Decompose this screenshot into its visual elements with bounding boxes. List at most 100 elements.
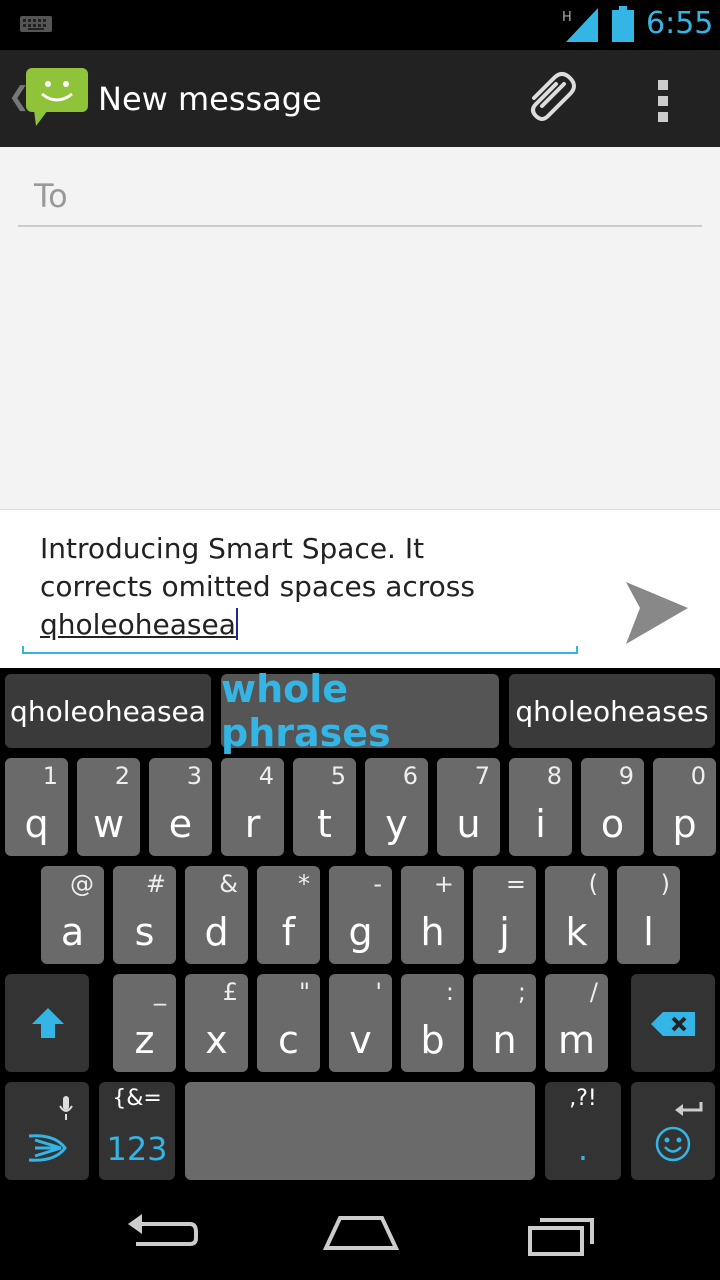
suggestion-left[interactable]: qholeoheasea — [5, 674, 211, 748]
message-bar: Introducing Smart Space. It corrects omi… — [0, 509, 720, 668]
period-key[interactable]: ,?! . — [545, 1082, 621, 1180]
key-letter-label: n — [492, 1018, 517, 1062]
key-j[interactable]: = j — [473, 866, 536, 964]
shift-arrow-icon — [32, 1008, 64, 1038]
key-t[interactable]: 5t — [293, 758, 356, 856]
key-secondary-label: 9 — [618, 762, 634, 790]
key-secondary-label: 3 — [186, 762, 202, 790]
compose-area — [0, 147, 720, 509]
key-o[interactable]: 9o — [581, 758, 644, 856]
key-letter-label: q — [24, 802, 49, 846]
key-secondary-label: ; — [517, 978, 526, 1006]
key-letter-label: p — [672, 802, 697, 846]
key-secondary-label: - — [373, 870, 382, 898]
key-e[interactable]: 3e — [149, 758, 212, 856]
key-letter-label: z — [134, 1018, 155, 1062]
key-letter-label: u — [456, 802, 481, 846]
key-c[interactable]: " c — [257, 974, 320, 1072]
numbers-key[interactable]: {&= 123 — [99, 1082, 175, 1180]
recipient-field[interactable] — [18, 167, 702, 227]
key-secondary-label: @ — [70, 870, 94, 898]
enter-arrow-icon — [675, 1102, 703, 1116]
suggestion-main[interactable]: whole phrases — [221, 667, 499, 755]
key-secondary-label: 5 — [330, 762, 346, 790]
swype-mic-key[interactable] — [5, 1082, 89, 1180]
key-secondary-label: £ — [222, 978, 238, 1006]
numbers-key-label: 123 — [106, 1130, 168, 1168]
action-bar: ❮ New message — [0, 50, 720, 147]
suggestion-right[interactable]: qholeoheases — [509, 674, 715, 748]
key-secondary-label: 7 — [474, 762, 490, 790]
back-nav-icon[interactable] — [116, 1204, 206, 1264]
key-letter-label: m — [557, 1018, 596, 1062]
key-secondary-label: 0 — [690, 762, 706, 790]
key-letter-label: e — [168, 802, 193, 846]
keyboard-icon — [20, 16, 52, 32]
key-letter-label: g — [348, 910, 373, 954]
key-g[interactable]: -g — [329, 866, 392, 964]
enter-emoji-key[interactable] — [631, 1082, 715, 1180]
key-letter-label: v — [349, 1018, 372, 1062]
navigation-bar — [0, 1188, 720, 1280]
key-letter-label: b — [420, 1018, 445, 1062]
key-letter-label: l — [643, 910, 654, 954]
overflow-menu-icon[interactable] — [640, 72, 688, 128]
key-m[interactable]: / m — [545, 974, 608, 1072]
key-secondary-label: * — [298, 870, 310, 898]
key-u[interactable]: 7u — [437, 758, 500, 856]
key-h[interactable]: + h — [401, 866, 464, 964]
key-letter-label: t — [317, 802, 332, 846]
key-b[interactable]: :b — [401, 974, 464, 1072]
recent-apps-nav-icon[interactable] — [516, 1204, 606, 1264]
key-secondary-label: ) — [660, 870, 670, 898]
key-secondary-label: 8 — [546, 762, 562, 790]
key-s[interactable]: # s — [113, 866, 176, 964]
key-p[interactable]: 0p — [653, 758, 716, 856]
key-secondary-label: 1 — [42, 762, 58, 790]
message-field-underline — [22, 646, 578, 654]
key-z[interactable]: _ z — [113, 974, 176, 1072]
space-key[interactable] — [185, 1082, 535, 1180]
key-letter-label: r — [244, 802, 261, 846]
send-icon[interactable] — [618, 578, 694, 648]
key-letter-label: y — [385, 802, 408, 846]
key-letter-label: d — [204, 910, 229, 954]
key-i[interactable]: 8i — [509, 758, 572, 856]
key-secondary-label: : — [445, 978, 454, 1006]
key-letter-label: h — [420, 910, 445, 954]
key-f[interactable]: * f — [257, 866, 320, 964]
up-navigation-button[interactable]: ❮ New message — [0, 50, 330, 147]
key-l[interactable]: ) l — [617, 866, 680, 964]
keyboard: qholeoheasea whole phrases qholeoheases … — [0, 667, 720, 1188]
key-letter-label: k — [565, 910, 588, 954]
shift-key[interactable] — [5, 974, 89, 1072]
key-a[interactable]: @ a — [41, 866, 104, 964]
key-w[interactable]: 2w — [77, 758, 140, 856]
key-secondary-label: ( — [588, 870, 598, 898]
battery-icon — [612, 6, 634, 42]
message-current-word: qholeoheasea — [40, 608, 236, 641]
key-d[interactable]: & d — [185, 866, 248, 964]
numbers-key-symbols: {&= — [112, 1086, 162, 1111]
key-k[interactable]: (k — [545, 866, 608, 964]
key-secondary-label: # — [145, 870, 166, 898]
key-x[interactable]: £ x — [185, 974, 248, 1072]
key-v[interactable]: ' v — [329, 974, 392, 1072]
message-field[interactable]: Introducing Smart Space. It corrects omi… — [40, 530, 560, 644]
key-n[interactable]: ; n — [473, 974, 536, 1072]
status-time: 6:55 — [646, 6, 714, 41]
key-letter-label: a — [60, 910, 85, 954]
key-letter-label: s — [134, 910, 155, 954]
key-letter-label: c — [278, 1018, 299, 1062]
home-nav-icon[interactable] — [316, 1204, 406, 1264]
key-secondary-label: & — [219, 870, 238, 898]
key-r[interactable]: 4r — [221, 758, 284, 856]
attach-icon[interactable] — [520, 68, 584, 132]
key-letter-label: i — [535, 802, 546, 846]
svg-text:H: H — [562, 10, 572, 25]
smiley-icon — [655, 1126, 691, 1162]
backspace-key[interactable] — [631, 974, 715, 1072]
key-q[interactable]: 1q — [5, 758, 68, 856]
key-y[interactable]: 6y — [365, 758, 428, 856]
messaging-app-icon — [26, 68, 88, 126]
